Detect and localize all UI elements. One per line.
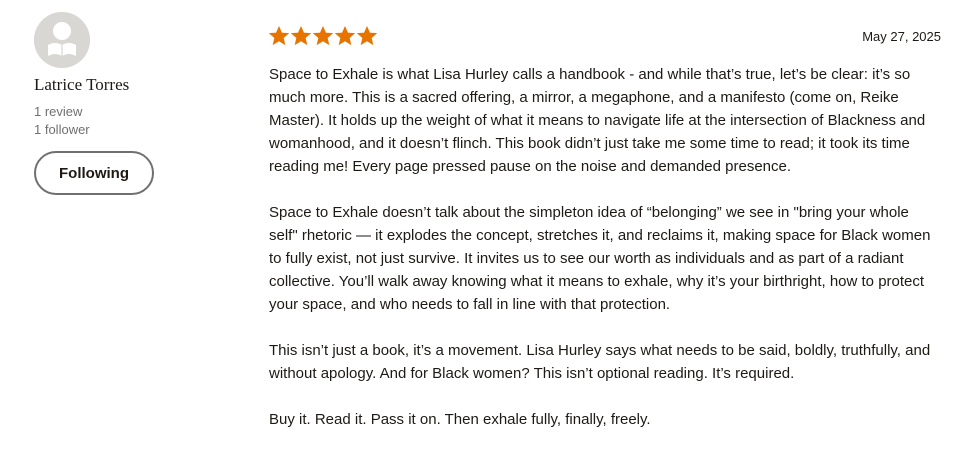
review-date[interactable]: May 27, 2025 — [862, 29, 941, 44]
following-button[interactable]: Following — [34, 151, 154, 195]
star-icon — [335, 26, 355, 46]
reviewer-name[interactable]: Latrice Torres — [34, 74, 234, 96]
review-paragraph: This isn’t just a book, it’s a movement.… — [269, 342, 931, 382]
reader-avatar-icon[interactable] — [34, 12, 90, 68]
follower-count: 1 follower — [34, 122, 90, 137]
review-header: May 27, 2025 — [269, 24, 941, 48]
star-icon — [291, 26, 311, 46]
reviewer-profile: Latrice Torres 1 review 1 follower Follo… — [34, 12, 234, 195]
star-rating — [269, 26, 377, 46]
review-paragraph: Space to Exhale doesn’t talk about the s… — [269, 204, 931, 313]
review-text: Space to Exhale is what Lisa Hurley call… — [269, 63, 941, 431]
review-count: 1 review — [34, 104, 83, 119]
review-card: May 27, 2025 Space to Exhale is what Lis… — [269, 24, 941, 454]
review-paragraph: Buy it. Read it. Pass it on. Then exhale… — [269, 411, 651, 428]
star-icon — [313, 26, 333, 46]
review-paragraph: Space to Exhale is what Lisa Hurley call… — [269, 66, 926, 175]
star-icon — [269, 26, 289, 46]
star-icon — [357, 26, 377, 46]
